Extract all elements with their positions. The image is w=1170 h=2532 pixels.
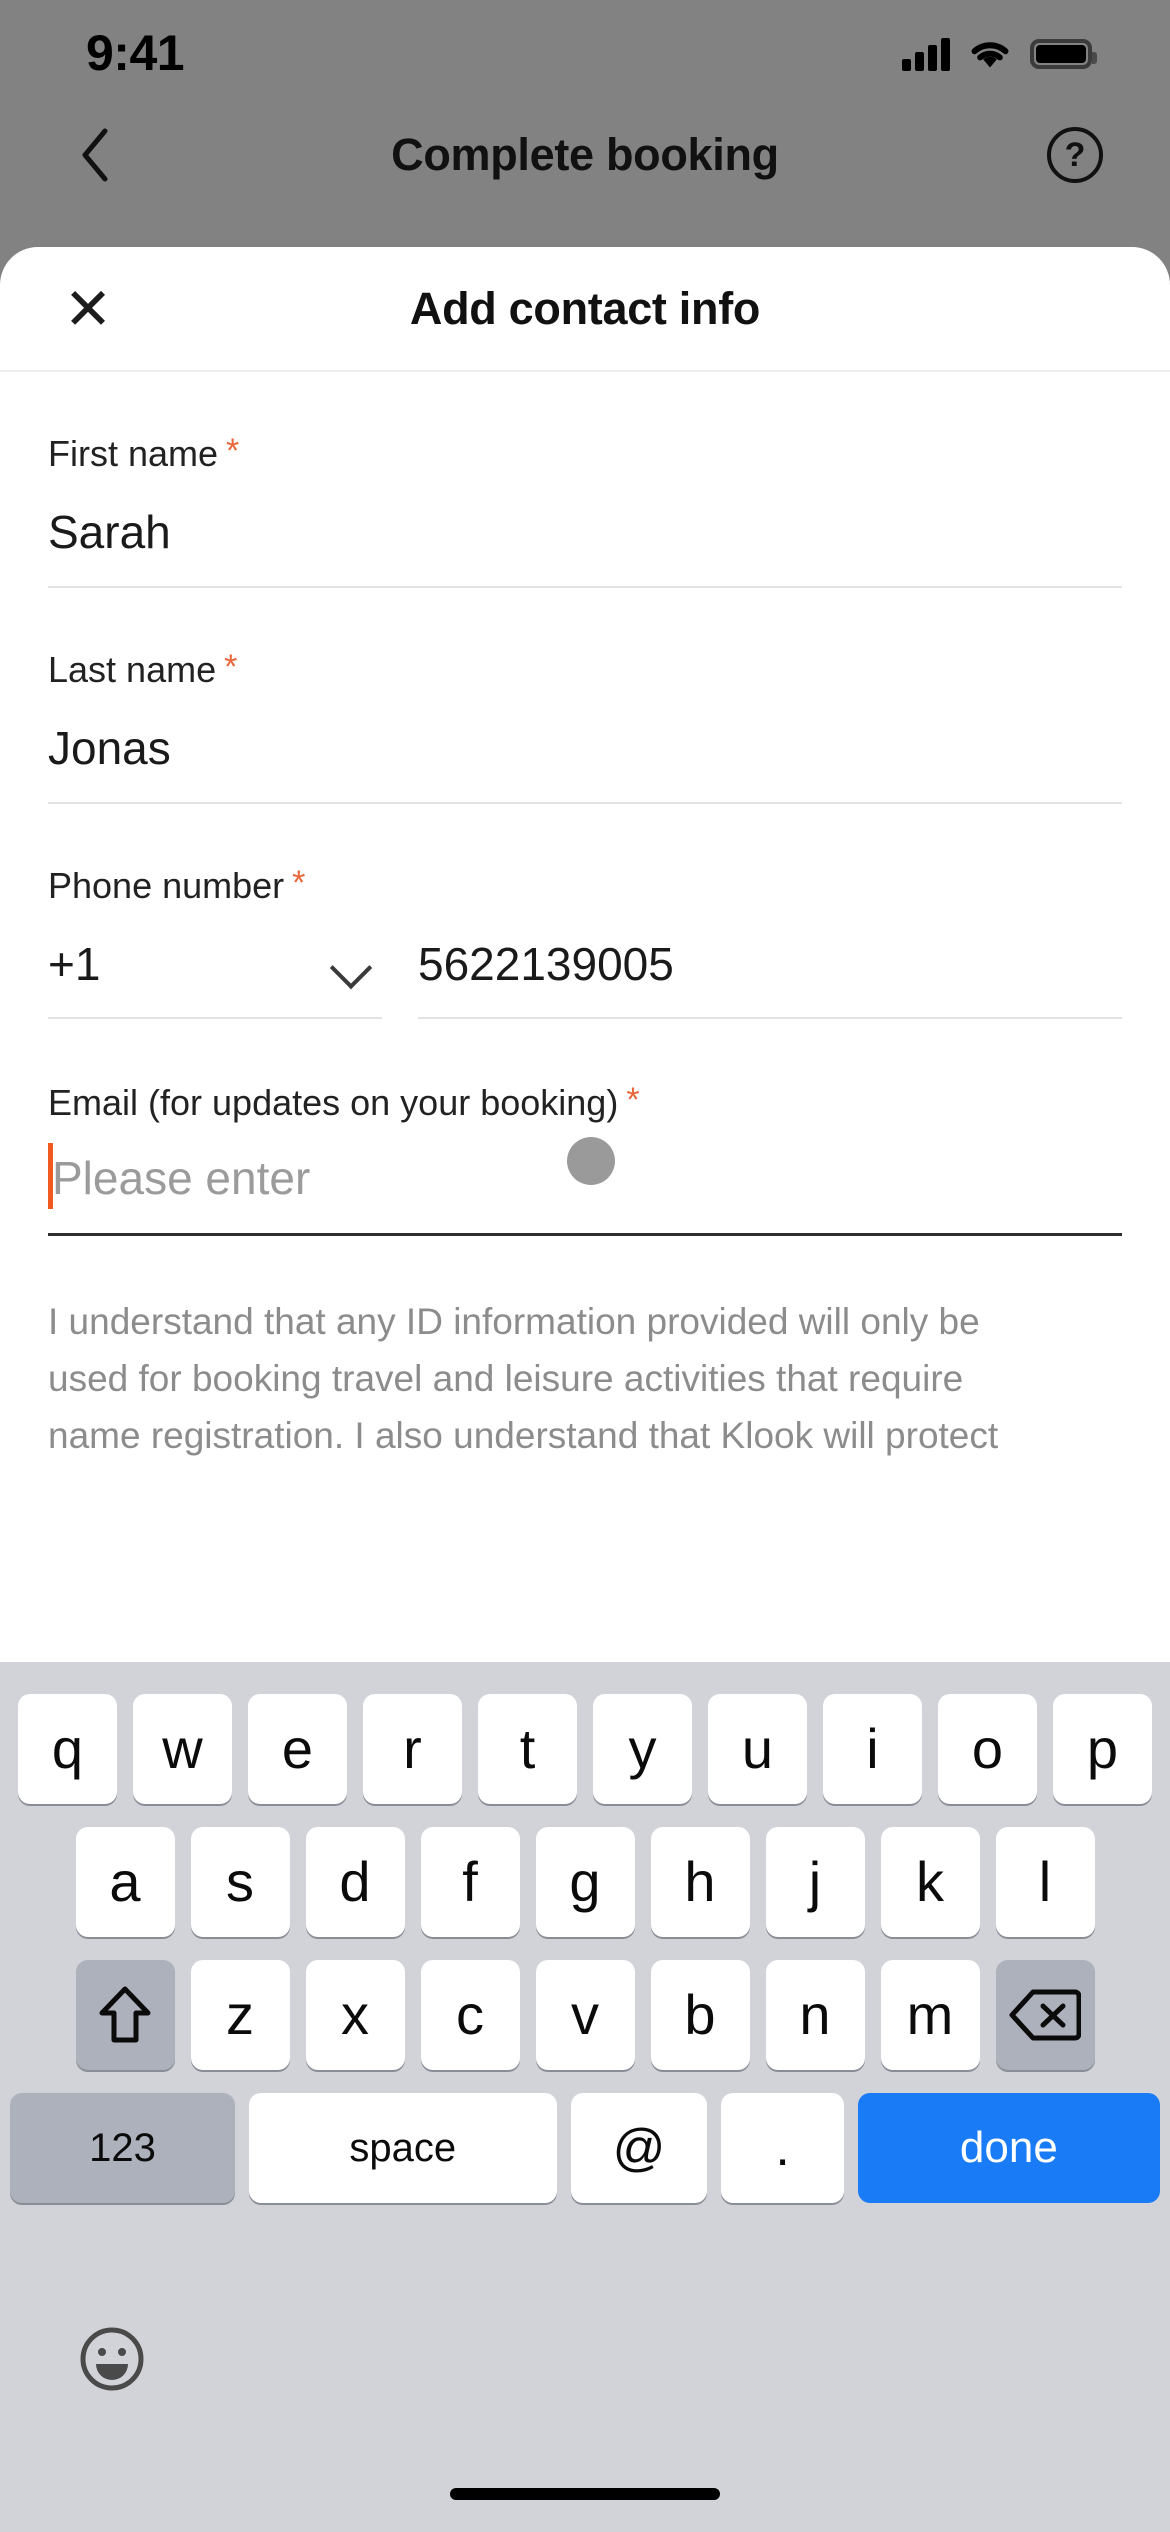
key-i[interactable]: i: [823, 1694, 922, 1804]
sheet-header: ✕ Add contact info: [0, 247, 1170, 372]
key-l[interactable]: l: [995, 1827, 1095, 1937]
on-screen-keyboard: q w e r t y u i o p a s d f g h j k l z …: [0, 1662, 1170, 2532]
key-k[interactable]: k: [880, 1827, 980, 1937]
chevron-left-icon: [82, 128, 108, 182]
last-name-label: Last name *: [48, 648, 1122, 691]
email-field: Email (for updates on your booking) * Pl…: [48, 1019, 1122, 1237]
keyboard-row-1: q w e r t y u i o p: [0, 1662, 1170, 1804]
first-name-field: First name * Sarah: [48, 372, 1122, 588]
shift-key-icon: [99, 1986, 151, 2043]
phone-number-input[interactable]: 5622139005: [418, 939, 1122, 1020]
done-key[interactable]: done: [857, 2093, 1161, 2203]
required-asterisk: *: [226, 432, 240, 470]
cellular-signal-icon: [902, 37, 950, 71]
numeric-key[interactable]: 123: [10, 2093, 235, 2203]
keyboard-row-2: a s d f g h j k l: [0, 1804, 1170, 1937]
id-information-disclaimer: I understand that any ID information pro…: [48, 1236, 1122, 1465]
sheet-title: Add contact info: [409, 282, 761, 334]
key-m[interactable]: m: [880, 1960, 980, 2070]
page-title: Complete booking: [391, 129, 779, 180]
at-key[interactable]: @: [570, 2093, 708, 2203]
required-asterisk: *: [224, 647, 238, 686]
key-r[interactable]: r: [363, 1694, 462, 1804]
country-code-select[interactable]: +1: [48, 939, 382, 1020]
keyboard-bottom-bar: [0, 2282, 1170, 2532]
key-c[interactable]: c: [420, 1960, 520, 2070]
disclaimer-line: I understand that any ID information pro…: [48, 1301, 980, 1343]
first-name-input[interactable]: Sarah: [48, 475, 1122, 588]
key-y[interactable]: y: [593, 1694, 692, 1804]
back-button[interactable]: [60, 120, 130, 190]
last-name-field: Last name * Jonas: [48, 588, 1122, 804]
key-t[interactable]: t: [478, 1694, 577, 1804]
contact-info-form: First name * Sarah Last name * Jonas Pho…: [0, 372, 1170, 1465]
key-z[interactable]: z: [190, 1960, 290, 2070]
disclaimer-line: used for booking travel and leisure acti…: [48, 1358, 964, 1400]
required-asterisk: *: [626, 1081, 640, 1120]
help-button[interactable]: ?: [1040, 120, 1110, 190]
status-time: 9:41: [86, 25, 185, 81]
country-code-value: +1: [48, 937, 101, 990]
key-b[interactable]: b: [650, 1960, 750, 2070]
key-n[interactable]: n: [765, 1960, 865, 2070]
phone-number-label: Phone number *: [48, 864, 1122, 907]
chevron-down-icon: [332, 953, 372, 975]
key-g[interactable]: g: [535, 1827, 635, 1937]
emoji-key-icon: [80, 2327, 144, 2391]
wifi-icon: [971, 42, 1009, 68]
key-w[interactable]: w: [133, 1694, 232, 1804]
key-e[interactable]: e: [248, 1694, 347, 1804]
first-name-label: First name *: [48, 432, 1122, 475]
key-x[interactable]: x: [305, 1960, 405, 2070]
help-circle-icon: ?: [1047, 127, 1103, 183]
emoji-key[interactable]: [79, 2326, 145, 2392]
disclaimer-line: name registration. I also understand tha…: [48, 1415, 999, 1457]
backspace-key[interactable]: [995, 1960, 1095, 2070]
touch-indicator: [567, 1136, 615, 1185]
text-cursor: [48, 1142, 53, 1209]
key-j[interactable]: j: [765, 1827, 865, 1937]
last-name-input[interactable]: Jonas: [48, 691, 1122, 804]
key-o[interactable]: o: [938, 1694, 1037, 1804]
phone-row: +1 5622139005: [48, 907, 1122, 1020]
email-placeholder: Please enter: [52, 1151, 311, 1204]
key-p[interactable]: p: [1053, 1694, 1152, 1804]
first-name-label-text: First name: [48, 433, 219, 474]
period-key[interactable]: .: [721, 2093, 844, 2203]
key-q[interactable]: q: [18, 1694, 117, 1804]
key-f[interactable]: f: [420, 1827, 520, 1937]
space-key[interactable]: space: [248, 2093, 557, 2203]
key-v[interactable]: v: [535, 1960, 635, 2070]
phone-screen: 9:41 Complete booking ? ✕ Add contact in…: [0, 0, 1170, 2532]
battery-icon: [1030, 39, 1097, 69]
nav-bar: Complete booking ?: [0, 100, 1170, 210]
status-bar: 9:41: [0, 0, 1170, 100]
home-indicator[interactable]: [450, 2488, 720, 2500]
email-input[interactable]: Please enter: [48, 1125, 1122, 1237]
key-h[interactable]: h: [650, 1827, 750, 1937]
status-indicators: [902, 37, 1097, 71]
backspace-key-icon: [1009, 1989, 1081, 2041]
key-u[interactable]: u: [708, 1694, 807, 1804]
key-d[interactable]: d: [305, 1827, 405, 1937]
keyboard-row-4: 123 space @ . done: [0, 2070, 1170, 2203]
last-name-label-text: Last name: [48, 648, 217, 690]
email-label-text: Email (for updates on your booking): [48, 1082, 619, 1124]
phone-number-label-text: Phone number: [48, 864, 285, 906]
required-asterisk: *: [292, 863, 306, 902]
close-button[interactable]: ✕: [52, 273, 124, 345]
key-a[interactable]: a: [75, 1827, 175, 1937]
keyboard-row-3: z x c v b n m: [0, 1937, 1170, 2070]
email-label: Email (for updates on your booking) *: [48, 1081, 1122, 1124]
shift-key[interactable]: [75, 1960, 175, 2070]
phone-number-field: Phone number * +1 5622139005: [48, 804, 1122, 1020]
key-s[interactable]: s: [190, 1827, 290, 1937]
